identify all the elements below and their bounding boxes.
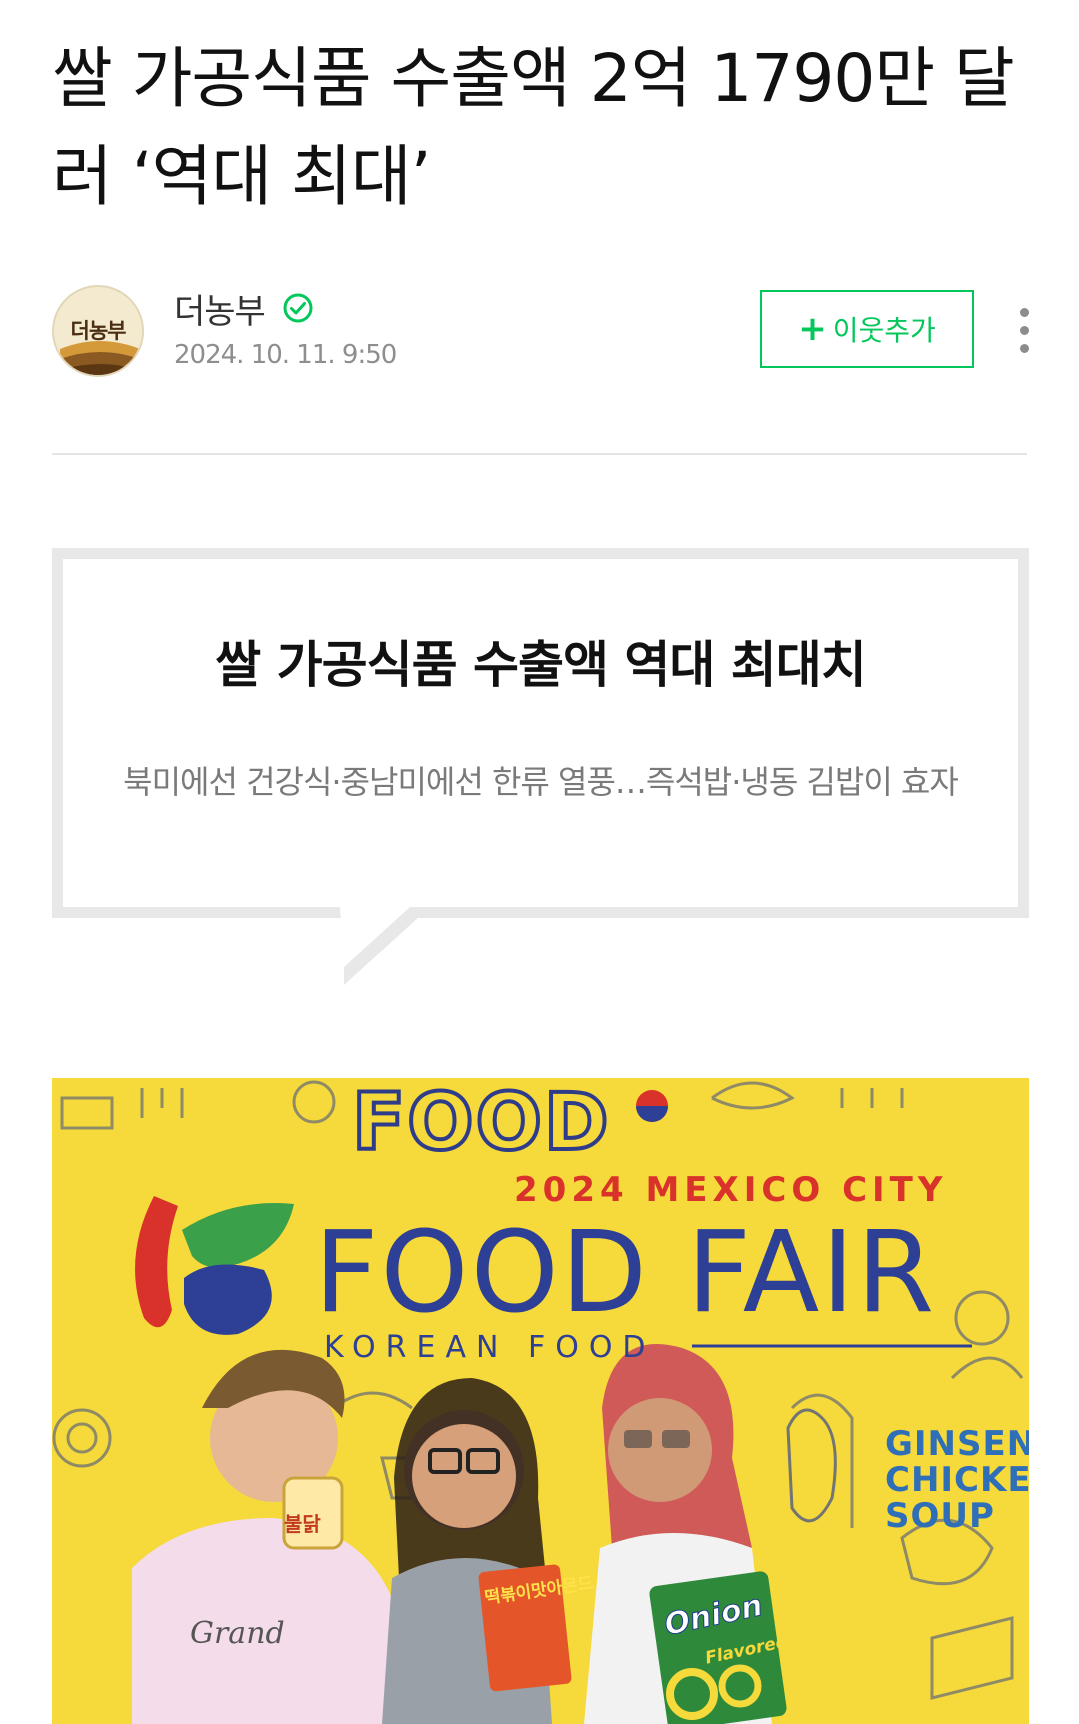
plus-icon: + (798, 309, 827, 349)
author-row: 더농부 더농부 2024. 10. 11. 9:50 + 이웃추가 (52, 282, 1029, 378)
quote-subtitle: 북미에선 건강식·중남미에선 한류 열풍…즉석밥·냉동 김밥이 효자 (123, 763, 959, 801)
quote-box: 쌀 가공식품 수출액 역대 최대치 북미에선 건강식·중남미에선 한류 열풍…즉… (52, 548, 1029, 918)
avatar[interactable]: 더농부 (52, 285, 144, 377)
post-date: 2024. 10. 11. 9:50 (174, 340, 397, 370)
speech-bubble-tail (340, 907, 430, 985)
author-name[interactable]: 더농부 (174, 284, 266, 333)
more-vertical-icon[interactable] (1014, 306, 1034, 356)
add-neighbor-label: 이웃추가 (832, 314, 936, 347)
avatar-logo-text: 더농부 (70, 319, 127, 343)
photo-text-ginseng: GINSENG CHICKEN SOUP (885, 1424, 1029, 1536)
photo-text-food: FOOD (350, 1078, 611, 1170)
photo-text-food-fair: FOOD FAIR (314, 1208, 937, 1338)
photo-text-cup: 불닭 (284, 1512, 321, 1536)
check-circle-icon (283, 293, 313, 323)
add-neighbor-button[interactable]: + 이웃추가 (760, 290, 974, 368)
quote-title: 쌀 가공식품 수출액 역대 최대치 (215, 635, 867, 694)
photo-text-city: 2024 MEXICO CITY (514, 1170, 948, 1210)
article-title: 쌀 가공식품 수출액 2억 1790만 달러 ‘역대 최대’ (52, 40, 1015, 215)
divider (52, 453, 1027, 455)
photo-text-korean-food: KOREAN FOOD (324, 1330, 656, 1365)
article-photo[interactable]: FOOD 2024 MEXICO CITY FOOD FAIR KOREAN F… (52, 1078, 1029, 1724)
photo-text-shirt: Grand (190, 1616, 285, 1651)
